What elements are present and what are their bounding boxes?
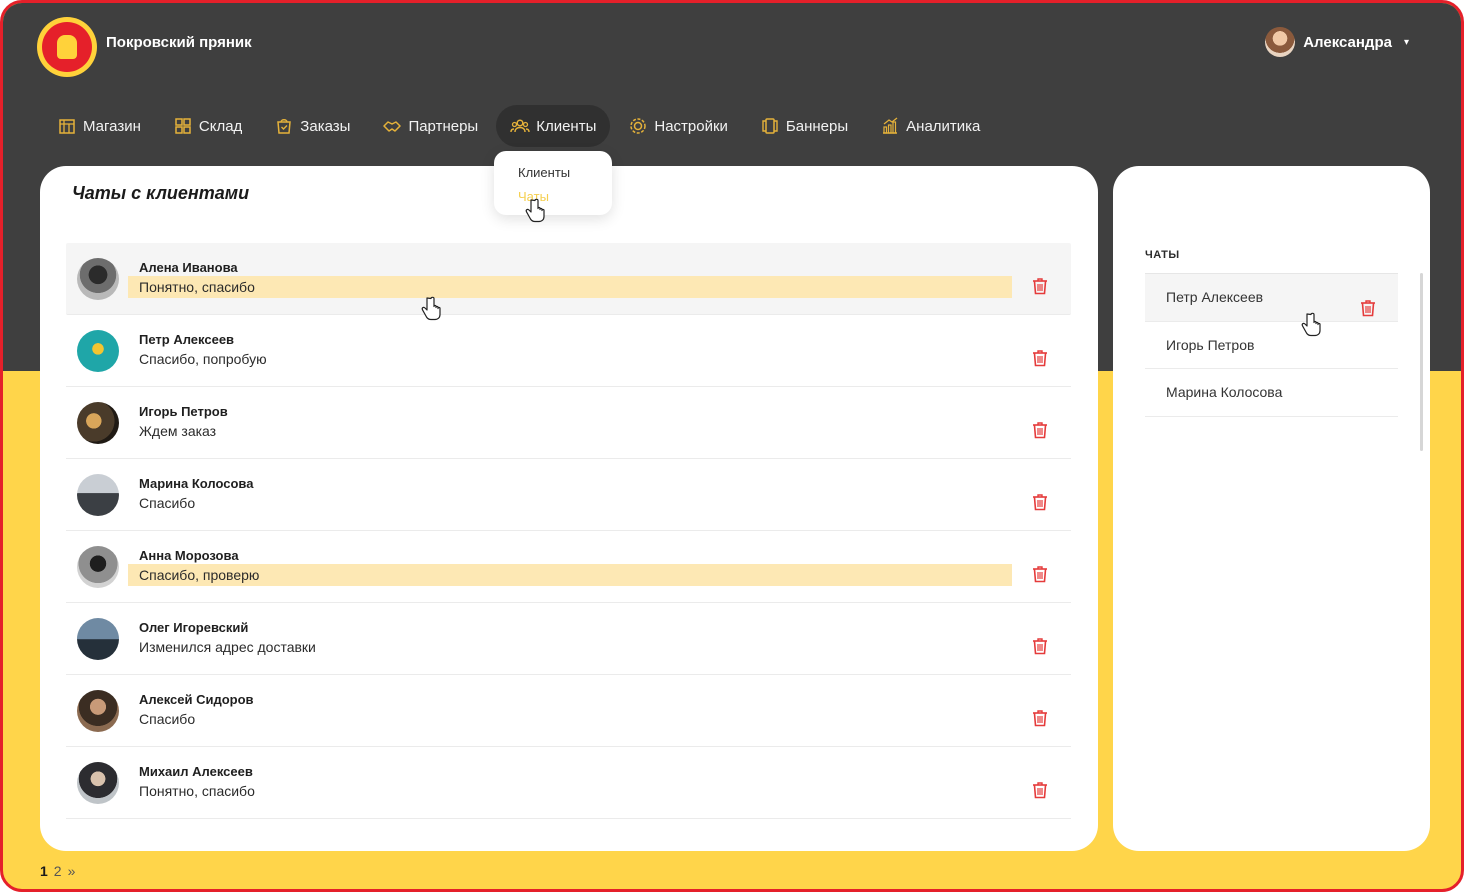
avatar [77, 618, 119, 660]
side-chat-name: Петр Алексеев [1166, 289, 1264, 305]
trash-icon[interactable] [1032, 421, 1048, 439]
trash-icon[interactable] [1032, 709, 1048, 727]
samovar-icon [57, 35, 77, 59]
trash-icon[interactable] [1032, 493, 1048, 511]
trash-icon[interactable] [1360, 289, 1376, 317]
next-page-icon[interactable]: » [68, 863, 76, 879]
page-link-1[interactable]: 1 [40, 863, 48, 879]
avatar [77, 330, 119, 372]
gear-icon [628, 116, 648, 136]
store-icon [57, 116, 77, 136]
trash-icon[interactable] [1032, 637, 1048, 655]
users-icon [510, 116, 530, 136]
nav-item-label: Партнеры [408, 117, 479, 135]
chat-row[interactable]: Анна Морозова Спасибо, проверю [66, 531, 1071, 603]
chat-list: Алена Иванова Понятно, спасибо Петр Алексе… [66, 243, 1071, 819]
chat-last-message: Спасибо, проверю [128, 564, 1012, 586]
side-chat-item[interactable]: Петр Алексеев [1145, 274, 1398, 322]
avatar [77, 690, 119, 732]
orders-bag-icon [274, 116, 294, 136]
page-title: Чаты с клиентами [72, 183, 250, 203]
side-chat-item[interactable]: Игорь Петров [1145, 322, 1398, 369]
avatar [77, 546, 119, 588]
user-avatar [1265, 27, 1296, 57]
banners-icon [760, 116, 780, 136]
chat-name: Анна Морозова [139, 548, 239, 563]
nav-item-label: Настройки [654, 117, 728, 135]
nav-item-label: Склад [198, 117, 243, 135]
chat-name: Олег Игоревский [139, 620, 249, 635]
pagination: 1 2 » [40, 863, 75, 879]
hand-cursor-icon [1301, 312, 1321, 337]
user-menu[interactable]: Александра ▾ [1265, 27, 1409, 57]
nav-item-4[interactable]: Партнеры [368, 105, 492, 147]
nav-item-label: Клиенты [536, 117, 597, 135]
hand-cursor-icon [525, 198, 545, 223]
nav-item-6[interactable]: Настройки [614, 105, 742, 147]
nav-item-5[interactable]: Клиенты [496, 105, 611, 147]
chat-name: Марина Колосова [139, 476, 254, 491]
side-chat-name: Игорь Петров [1166, 336, 1255, 353]
trash-icon[interactable] [1032, 565, 1048, 583]
chat-last-message: Понятно, спасибо [139, 783, 255, 799]
logo-emblem [42, 22, 92, 72]
brand-name: Покровский пряник [106, 34, 252, 51]
user-name: Александра [1303, 33, 1392, 51]
side-chat-item[interactable]: Марина Колосова [1145, 369, 1398, 417]
chat-row[interactable]: Алексей Сидоров Спасибо [66, 675, 1071, 747]
avatar [77, 402, 119, 444]
app-frame: Покровский пряник Александра ▾ Магазин Ск… [0, 0, 1464, 892]
nav-item-8[interactable]: Аналитика [866, 105, 994, 147]
handshake-icon [382, 116, 402, 136]
brand-logo[interactable] [37, 17, 97, 77]
nav-item-1[interactable]: Магазин [43, 105, 155, 147]
nav-item-label: Магазин [83, 117, 141, 135]
avatar [77, 762, 119, 804]
side-chat-name: Марина Колосова [1166, 384, 1283, 400]
chat-last-message: Понятно, спасибо [128, 276, 1012, 298]
avatar [77, 258, 119, 300]
side-chat-list: Петр Алексеев Игорь Петров Марина Колосова [1145, 273, 1398, 417]
nav-item-label: Баннеры [785, 117, 849, 135]
chat-name: Игорь Петров [139, 404, 228, 419]
trash-icon[interactable] [1032, 277, 1048, 295]
warehouse-icon [173, 116, 193, 136]
chat-last-message: Ждем заказ [139, 423, 217, 439]
page-link-2[interactable]: 2 [54, 863, 62, 879]
chat-name: Петр Алексеев [139, 332, 235, 347]
chat-last-message: Изменился адрес доставки [139, 639, 316, 655]
nav-item-label: Аналитика [906, 117, 981, 135]
avatar [77, 474, 119, 516]
chat-row[interactable]: Петр Алексеев Спасибо, попробую [66, 315, 1071, 387]
side-panel-title: ЧАТЫ [1145, 249, 1180, 261]
nav-item-7[interactable]: Баннеры [746, 105, 862, 147]
nav-item-3[interactable]: Заказы [260, 105, 364, 147]
hand-cursor-icon [421, 296, 441, 321]
chat-row[interactable]: Олег Игоревский Изменился адрес доставки [66, 603, 1071, 675]
analytics-icon [880, 116, 900, 136]
chat-name: Алексей Сидоров [139, 692, 254, 707]
clients-dropdown: Клиенты Чаты [494, 151, 612, 215]
chat-row[interactable]: Марина Колосова Спасибо [66, 459, 1071, 531]
nav-item-2[interactable]: Склад [159, 105, 256, 147]
chat-name: Михаил Алексеев [139, 764, 253, 779]
chat-name: Алена Иванова [139, 260, 238, 275]
chats-card: Чаты с клиентами Алена Иванова Понятно, с… [40, 166, 1098, 851]
dropdown-item-clients[interactable]: Клиенты [518, 161, 588, 185]
main-nav: Магазин Склад Заказы Партнеры Клиенты Настрой… [43, 105, 994, 147]
side-chats-panel: ЧАТЫ Петр Алексеев Игорь Петров Марина Кол… [1113, 166, 1430, 851]
chat-row[interactable]: Алена Иванова Понятно, спасибо [66, 243, 1071, 315]
trash-icon[interactable] [1032, 781, 1048, 799]
chat-last-message: Спасибо, попробую [139, 351, 267, 367]
chat-row[interactable]: Михаил Алексеев Понятно, спасибо [66, 747, 1071, 819]
trash-icon[interactable] [1032, 349, 1048, 367]
chat-last-message: Спасибо [139, 495, 196, 511]
nav-item-label: Заказы [300, 117, 351, 135]
chat-row[interactable]: Игорь Петров Ждем заказ [66, 387, 1071, 459]
chevron-down-icon: ▾ [1403, 36, 1409, 48]
side-scrollbar[interactable] [1420, 273, 1423, 451]
chat-last-message: Спасибо [139, 711, 196, 727]
